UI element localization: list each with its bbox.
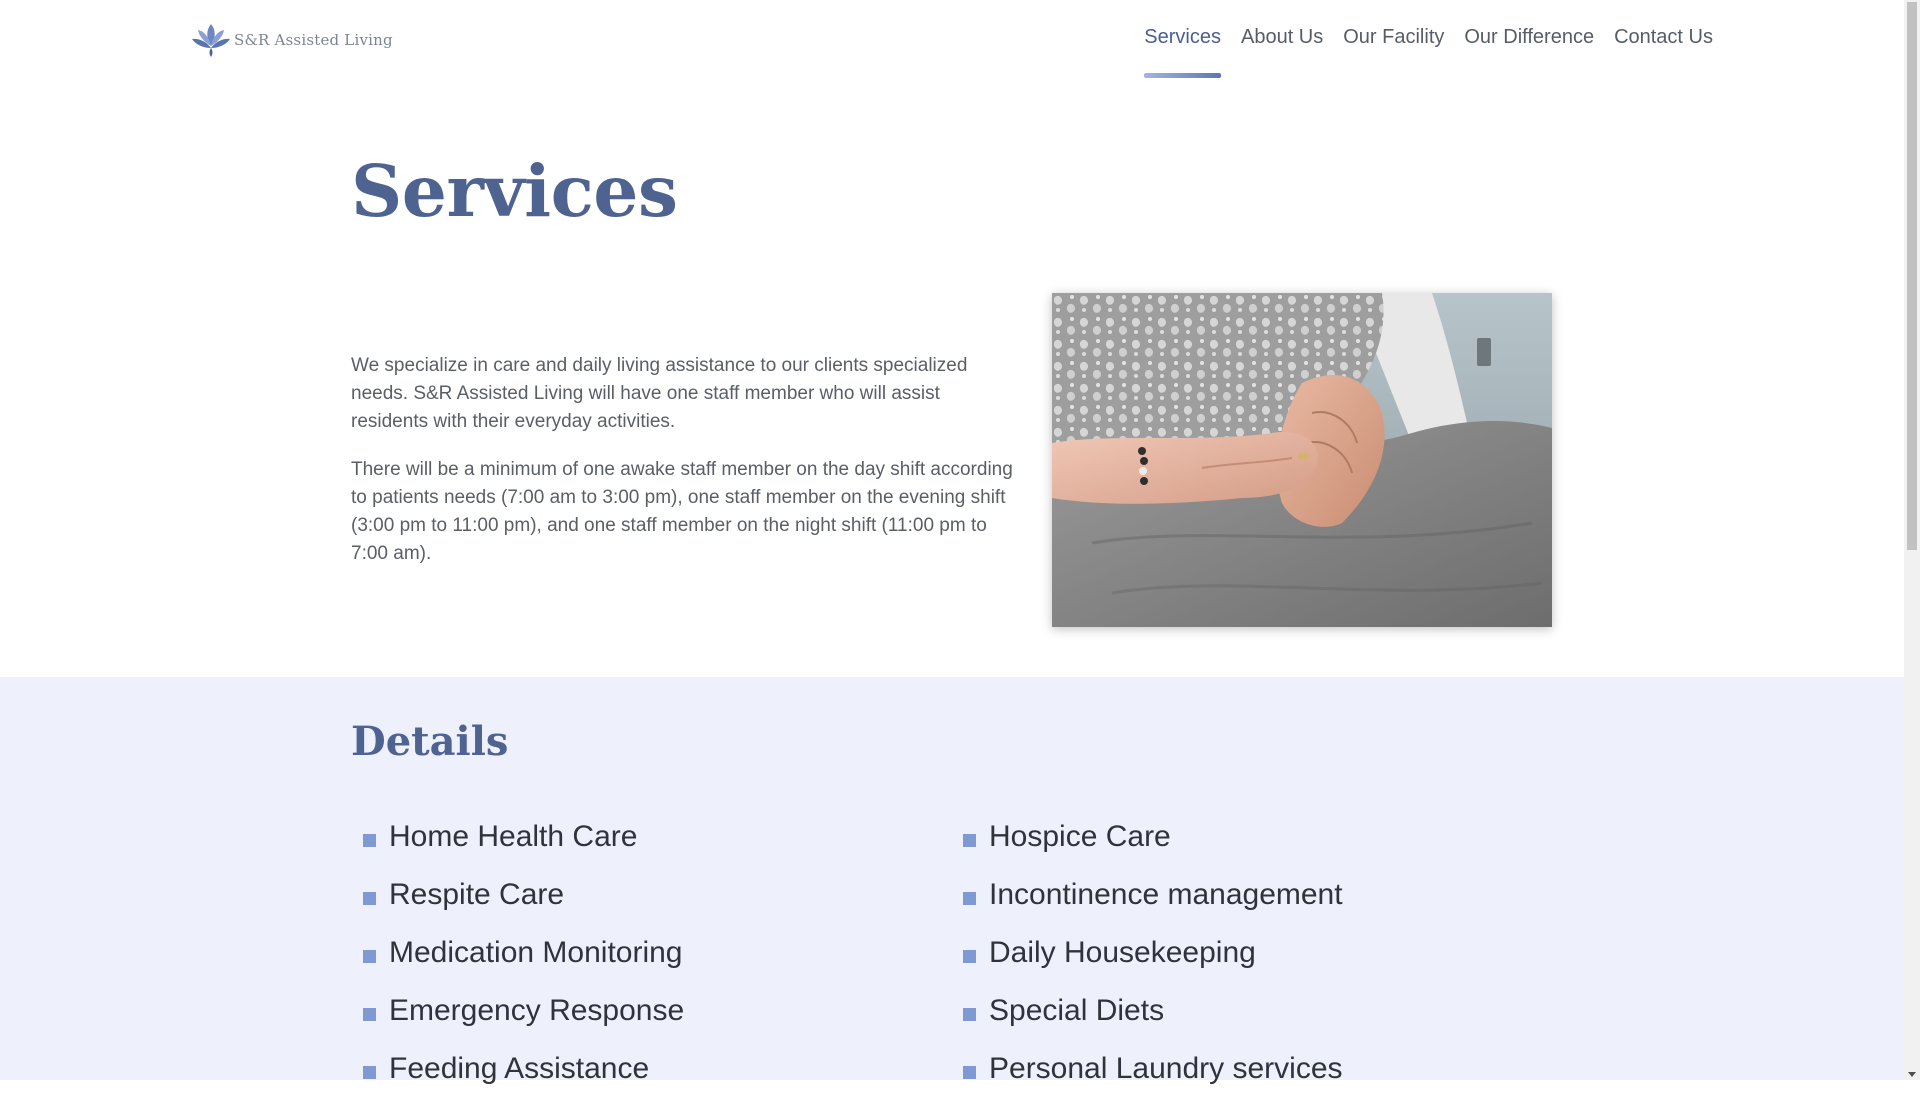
list-item: Respite Care <box>363 866 684 924</box>
square-bullet-icon <box>963 1007 976 1021</box>
scrollbar-thumb[interactable] <box>1907 2 1917 550</box>
hero-photo-holding-hands <box>1052 293 1552 627</box>
list-item-label: Medication Monitoring <box>389 936 683 969</box>
nav-contact-us[interactable]: Contact Us <box>1614 26 1713 78</box>
nav-about-us[interactable]: About Us <box>1241 26 1323 78</box>
list-item-label: Home Health Care <box>389 820 638 853</box>
list-item: Hospice Care <box>963 808 1343 866</box>
details-list-left: Home Health Care Respite Care Medication… <box>363 808 684 1098</box>
square-bullet-icon <box>963 891 976 905</box>
square-bullet-icon <box>963 1065 976 1079</box>
list-item: Special Diets <box>963 982 1343 1040</box>
intro-paragraph-2: There will be a minimum of one awake sta… <box>351 459 1013 564</box>
nav-services[interactable]: Services <box>1144 26 1221 78</box>
intro-text: We specialize in care and daily living a… <box>351 352 1021 588</box>
site-header: S&R Assisted Living Services About Us Ou… <box>0 0 1904 84</box>
list-item: Home Health Care <box>363 808 684 866</box>
details-title: Details <box>351 718 509 765</box>
square-bullet-icon <box>363 1065 376 1079</box>
square-bullet-icon <box>363 891 376 905</box>
list-item: Incontinence management <box>963 866 1343 924</box>
intro-paragraph-1: We specialize in care and daily living a… <box>351 355 968 432</box>
list-item: Emergency Response <box>363 982 684 1040</box>
page-title: Services <box>351 149 678 233</box>
square-bullet-icon <box>963 949 976 963</box>
hands-photo-illustration <box>1052 293 1552 627</box>
details-section: Details Home Health Care Respite Care Me… <box>0 677 1904 1085</box>
square-bullet-icon <box>363 949 376 963</box>
list-item-label: Personal Laundry services <box>989 1052 1343 1085</box>
square-bullet-icon <box>963 833 976 847</box>
list-item: Feeding Assistance <box>363 1040 684 1098</box>
nav-our-facility[interactable]: Our Facility <box>1343 26 1444 78</box>
scroll-down-arrow-icon[interactable] <box>1908 1072 1916 1077</box>
list-item-label: Daily Housekeeping <box>989 936 1256 969</box>
list-item-label: Hospice Care <box>989 820 1171 853</box>
list-item: Personal Laundry services <box>963 1040 1343 1098</box>
list-item: Medication Monitoring <box>363 924 684 982</box>
list-item-label: Respite Care <box>389 878 565 911</box>
list-item: Daily Housekeeping <box>963 924 1343 982</box>
page-scrollbar[interactable] <box>1904 0 1920 1080</box>
list-item-label: Feeding Assistance <box>389 1052 650 1085</box>
logo-text: S&R Assisted Living <box>234 31 393 49</box>
nav-our-difference[interactable]: Our Difference <box>1464 26 1594 78</box>
logo-link[interactable]: S&R Assisted Living <box>190 22 393 58</box>
list-item-label: Emergency Response <box>389 994 685 1027</box>
square-bullet-icon <box>363 833 376 847</box>
list-item-label: Incontinence management <box>989 878 1343 911</box>
lotus-icon <box>192 24 230 57</box>
main-nav: Services About Us Our Facility Our Diffe… <box>1144 26 1713 78</box>
details-list-right: Hospice Care Incontinence management Dai… <box>963 808 1343 1098</box>
square-bullet-icon <box>363 1007 376 1021</box>
list-item-label: Special Diets <box>989 994 1165 1027</box>
